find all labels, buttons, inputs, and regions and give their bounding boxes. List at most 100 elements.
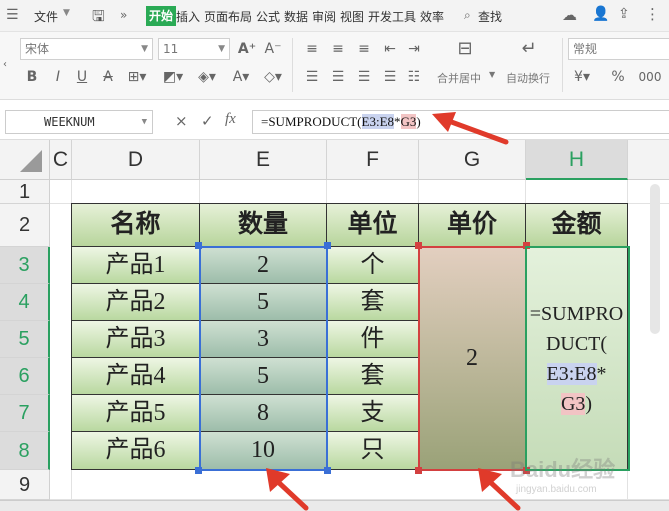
font-color-icon[interactable]: A▾ bbox=[228, 68, 254, 86]
align-left-icon[interactable]: ☰ bbox=[302, 68, 322, 86]
indent-increase-icon[interactable]: ⇥ bbox=[404, 40, 424, 58]
row-header-3[interactable]: 3 bbox=[0, 247, 50, 284]
table-row-name[interactable]: 产品2 bbox=[72, 284, 200, 321]
align-right-icon[interactable]: ☰ bbox=[354, 68, 374, 86]
row-header-1[interactable]: 1 bbox=[0, 180, 50, 204]
table-row-unit[interactable]: 套 bbox=[327, 284, 419, 321]
header-name[interactable]: 名称 bbox=[72, 204, 200, 247]
table-row-unit[interactable]: 支 bbox=[327, 395, 419, 432]
distributed-icon[interactable]: ☷ bbox=[404, 68, 424, 86]
grow-font-icon[interactable]: A⁺ bbox=[236, 40, 258, 58]
header-amount[interactable]: 金额 bbox=[526, 204, 628, 247]
column-header-c[interactable]: C bbox=[50, 140, 72, 180]
tab-view[interactable]: 视图 bbox=[340, 8, 364, 25]
range-handle[interactable] bbox=[324, 467, 331, 474]
align-center-icon[interactable]: ☰ bbox=[328, 68, 348, 86]
wrap-text-label[interactable]: 自动换行 bbox=[506, 70, 550, 86]
underline-button[interactable]: U bbox=[72, 68, 92, 86]
tab-efficiency[interactable]: 效率 bbox=[420, 8, 444, 25]
row-header-9[interactable]: 9 bbox=[0, 470, 50, 500]
select-all-corner[interactable] bbox=[0, 140, 50, 180]
more-icon[interactable]: » bbox=[120, 8, 127, 22]
chevron-down-icon[interactable]: ▼ bbox=[489, 70, 495, 79]
number-format-select[interactable]: 常规 bbox=[568, 38, 669, 60]
vertical-scrollbar[interactable] bbox=[650, 184, 660, 334]
table-row-name[interactable]: 产品5 bbox=[72, 395, 200, 432]
tab-data[interactable]: 数据 bbox=[284, 8, 308, 25]
tab-insert[interactable]: 插入 bbox=[176, 8, 200, 25]
column-header-d[interactable]: D bbox=[72, 140, 200, 180]
header-quantity[interactable]: 数量 bbox=[200, 204, 327, 247]
table-row-unit[interactable]: 套 bbox=[327, 358, 419, 395]
table-row-unit[interactable]: 个 bbox=[327, 247, 419, 284]
search-label[interactable]: 查找 bbox=[478, 8, 502, 25]
row-header-7[interactable]: 7 bbox=[0, 395, 50, 432]
tab-start[interactable]: 开始 bbox=[146, 6, 177, 26]
more-options-icon[interactable]: ⋮ bbox=[645, 5, 660, 23]
tab-formulas[interactable]: 公式 bbox=[256, 8, 280, 25]
formula-suffix: ) bbox=[416, 114, 421, 129]
indent-decrease-icon[interactable]: ⇤ bbox=[380, 40, 400, 58]
shrink-font-icon[interactable]: A⁻ bbox=[262, 40, 284, 58]
table-row-unit[interactable]: 件 bbox=[327, 321, 419, 358]
row-header-8[interactable]: 8 bbox=[0, 432, 50, 470]
bold-button[interactable]: B bbox=[22, 68, 42, 86]
cancel-icon[interactable]: × bbox=[175, 112, 188, 130]
paint-bucket-icon[interactable]: ◈▾ bbox=[194, 68, 220, 86]
chevron-left-icon[interactable]: ‹ bbox=[0, 56, 10, 74]
share-icon[interactable]: ⇪ bbox=[618, 6, 630, 22]
range-handle[interactable] bbox=[415, 467, 422, 474]
sheet-tab-bar[interactable] bbox=[0, 500, 669, 511]
row-header-6[interactable]: 6 bbox=[0, 358, 50, 395]
file-menu[interactable]: 文件 bbox=[34, 8, 58, 25]
currency-icon[interactable]: ¥▾ bbox=[572, 68, 592, 86]
align-top-icon[interactable]: ≡ bbox=[302, 40, 322, 58]
align-bottom-icon[interactable]: ≡ bbox=[354, 40, 374, 58]
justify-icon[interactable]: ☰ bbox=[380, 68, 400, 86]
font-size-select[interactable]: 11 ▼ bbox=[158, 38, 230, 60]
clear-format-icon[interactable]: ◇▾ bbox=[260, 68, 286, 86]
thousands-button[interactable]: 000 bbox=[632, 68, 668, 86]
align-middle-icon[interactable]: ≡ bbox=[328, 40, 348, 58]
range-handle[interactable] bbox=[415, 242, 422, 249]
merge-center-label[interactable]: 合并居中 bbox=[437, 70, 481, 86]
range-handle[interactable] bbox=[195, 467, 202, 474]
tab-page-layout[interactable]: 页面布局 bbox=[204, 8, 252, 25]
user-icon[interactable]: 👤 bbox=[592, 6, 609, 22]
column-header-e[interactable]: E bbox=[200, 140, 327, 180]
save-icon[interactable]: 🖫 bbox=[92, 6, 105, 31]
function-icon[interactable]: fx bbox=[225, 111, 236, 128]
tab-review[interactable]: 审阅 bbox=[312, 8, 336, 25]
percent-button[interactable]: % bbox=[608, 68, 628, 86]
row-header-5[interactable]: 5 bbox=[0, 321, 50, 358]
table-row-unit[interactable]: 只 bbox=[327, 432, 419, 470]
table-row-name[interactable]: 产品4 bbox=[72, 358, 200, 395]
menu-icon[interactable]: ☰ bbox=[6, 7, 19, 23]
cloud-icon[interactable]: ☁ bbox=[562, 6, 577, 24]
header-unit[interactable]: 单位 bbox=[327, 204, 419, 247]
italic-button[interactable]: I bbox=[48, 68, 68, 86]
range-handle[interactable] bbox=[324, 242, 331, 249]
column-header-f[interactable]: F bbox=[327, 140, 419, 180]
border-icon[interactable]: ⊞▾ bbox=[124, 68, 150, 86]
strikethrough-icon[interactable]: A bbox=[98, 68, 118, 86]
table-row-name[interactable]: 产品1 bbox=[72, 247, 200, 284]
range-handle[interactable] bbox=[195, 242, 202, 249]
wrap-text-icon[interactable]: ↵ bbox=[516, 40, 542, 58]
name-box[interactable]: WEEKNUM ▼ bbox=[5, 110, 153, 134]
merge-center-icon[interactable]: ⊟ bbox=[452, 40, 478, 58]
column-header-g[interactable]: G bbox=[419, 140, 526, 180]
confirm-icon[interactable]: ✓ bbox=[201, 112, 214, 130]
tab-developer[interactable]: 开发工具 bbox=[368, 8, 416, 25]
column-header-h[interactable]: H bbox=[526, 140, 628, 180]
header-price[interactable]: 单价 bbox=[419, 204, 526, 247]
font-name-select[interactable]: 宋体 ▼ bbox=[20, 38, 153, 60]
fill-color-icon[interactable]: ◩▾ bbox=[160, 68, 186, 86]
row-header-2[interactable]: 2 bbox=[0, 204, 50, 247]
chevron-down-icon[interactable]: ▼ bbox=[63, 8, 70, 18]
search-icon[interactable]: ⌕ bbox=[464, 8, 471, 23]
table-row-name[interactable]: 产品6 bbox=[72, 432, 200, 470]
row-header-4[interactable]: 4 bbox=[0, 284, 50, 321]
table-row-name[interactable]: 产品3 bbox=[72, 321, 200, 358]
column-header-blank[interactable] bbox=[628, 140, 669, 180]
